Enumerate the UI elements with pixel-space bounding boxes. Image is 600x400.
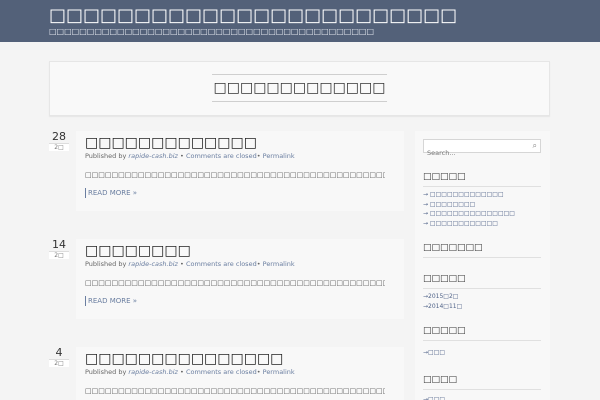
post-card: □□□□□□□□□□□□□□□ Published by rapide-cash… xyxy=(76,347,404,400)
meta-separator: • xyxy=(256,152,261,160)
date-month: 2□ xyxy=(49,143,69,151)
search-box: ⌕ xyxy=(423,139,541,159)
read-more-link[interactable]: READ MORE » xyxy=(85,296,137,306)
post-meta: Published by rapide-cash.biz • Comments … xyxy=(85,152,295,161)
post-title[interactable]: □□□□□□□□□□□□□ xyxy=(85,135,257,152)
widget-list-item[interactable]: →□□□ xyxy=(423,395,445,400)
widget-list-recent-posts: → □□□□□□□□□□□□□ → □□□□□□□□ → □□□□□□□□□□□… xyxy=(423,190,515,228)
date-badge: 28 2□ xyxy=(49,131,69,151)
site-title[interactable]: □□□□□□□□□□□□□□□□□□□□□□□□ xyxy=(49,5,457,27)
published-by-label: Published by xyxy=(85,152,127,160)
post-meta: Published by rapide-cash.biz • Comments … xyxy=(85,260,295,269)
meta-separator: • xyxy=(256,368,261,376)
search-icon[interactable]: ⌕ xyxy=(533,141,537,151)
meta-separator: • xyxy=(180,152,184,160)
post-card: □□□□□□□□□□□□□ Published by rapide-cash.b… xyxy=(76,131,404,211)
comments-status: Comments are closed xyxy=(185,368,257,376)
widget-list-meta: →□□□ xyxy=(423,395,445,400)
widget-list-item[interactable]: →2014□11□ xyxy=(423,302,462,312)
date-month: 2□ xyxy=(49,359,69,367)
date-badge: 4 2□ xyxy=(49,347,69,367)
permalink-link[interactable]: Permalink xyxy=(263,260,295,268)
date-month: 2□ xyxy=(49,251,69,259)
read-more-link[interactable]: READ MORE » xyxy=(85,188,137,198)
post-author-link[interactable]: rapide-cash.biz xyxy=(128,152,178,160)
site-description: □□□□□□□□□□□□□□□□□□□□□□□□□□□□□□□□□□□□□□□□… xyxy=(49,27,375,36)
post-author-link[interactable]: rapide-cash.biz xyxy=(128,260,178,268)
site-header: □□□□□□□□□□□□□□□□□□□□□□□□ □□□□□□□□□□□□□□□… xyxy=(0,0,600,42)
sidebar: ⌕ □□□□□ → □□□□□□□□□□□□□ → □□□□□□□□ → □□□… xyxy=(415,131,550,400)
post: 14 2□ □□□□□□□□ Published by rapide-cash.… xyxy=(49,239,405,319)
post-excerpt: □□□□□□□□□□□□□□□□□□□□□□□□□□□□□□□□□□□□□□□□… xyxy=(85,387,385,395)
post: 28 2□ □□□□□□□□□□□□□ Published by rapide-… xyxy=(49,131,405,211)
date-day: 4 xyxy=(55,346,63,359)
widget-list-item[interactable]: →□□□ xyxy=(423,348,445,358)
page-title: □□□□□□□□□□□□□ xyxy=(211,74,388,102)
widget-title: □□□□□ xyxy=(423,326,541,341)
widget-list-item[interactable]: → □□□□□□□□ xyxy=(423,200,515,210)
search-input[interactable] xyxy=(424,147,524,159)
widget-title: □□□□□ xyxy=(423,172,541,187)
published-by-label: Published by xyxy=(85,260,127,268)
widget-title: □□□□□□□ xyxy=(423,243,541,258)
widget-list-categories: →□□□ xyxy=(423,348,445,358)
permalink-link[interactable]: Permalink xyxy=(263,368,295,376)
widget-list-item[interactable]: →2015□2□ xyxy=(423,292,462,302)
widget-list-archives: →2015□2□ →2014□11□ xyxy=(423,292,462,311)
post-card: □□□□□□□□ Published by rapide-cash.biz • … xyxy=(76,239,404,319)
comments-status: Comments are closed xyxy=(185,152,257,160)
comments-status: Comments are closed xyxy=(185,260,257,268)
date-badge: 14 2□ xyxy=(49,239,69,259)
post-excerpt: □□□□□□□□□□□□□□□□□□□□□□□□□□□□□□□□□□□□□□□□… xyxy=(85,171,385,179)
date-day: 28 xyxy=(52,130,66,143)
widget-list-item[interactable]: → □□□□□□□□□□□□□□□ xyxy=(423,209,515,219)
post-title[interactable]: □□□□□□□□□□□□□□□ xyxy=(85,351,283,368)
published-by-label: Published by xyxy=(85,368,127,376)
widget-title: □□□□□ xyxy=(423,274,541,289)
meta-separator: • xyxy=(256,260,261,268)
meta-separator: • xyxy=(180,260,184,268)
meta-separator: • xyxy=(180,368,184,376)
post-meta: Published by rapide-cash.biz • Comments … xyxy=(85,368,295,377)
permalink-link[interactable]: Permalink xyxy=(263,152,295,160)
page-title-box: □□□□□□□□□□□□□ xyxy=(49,61,550,116)
date-day: 14 xyxy=(52,238,66,251)
widget-title: □□□□ xyxy=(423,375,541,390)
post-author-link[interactable]: rapide-cash.biz xyxy=(128,368,178,376)
widget-list-item[interactable]: → □□□□□□□□□□□□□ xyxy=(423,190,515,200)
post: 4 2□ □□□□□□□□□□□□□□□ Published by rapide… xyxy=(49,347,405,400)
post-excerpt: □□□□□□□□□□□□□□□□□□□□□□□□□□□□□□□□□□□□□□□□… xyxy=(85,279,385,287)
widget-list-item[interactable]: → □□□□□□□□□□□□ xyxy=(423,219,515,229)
post-title[interactable]: □□□□□□□□ xyxy=(85,243,191,260)
